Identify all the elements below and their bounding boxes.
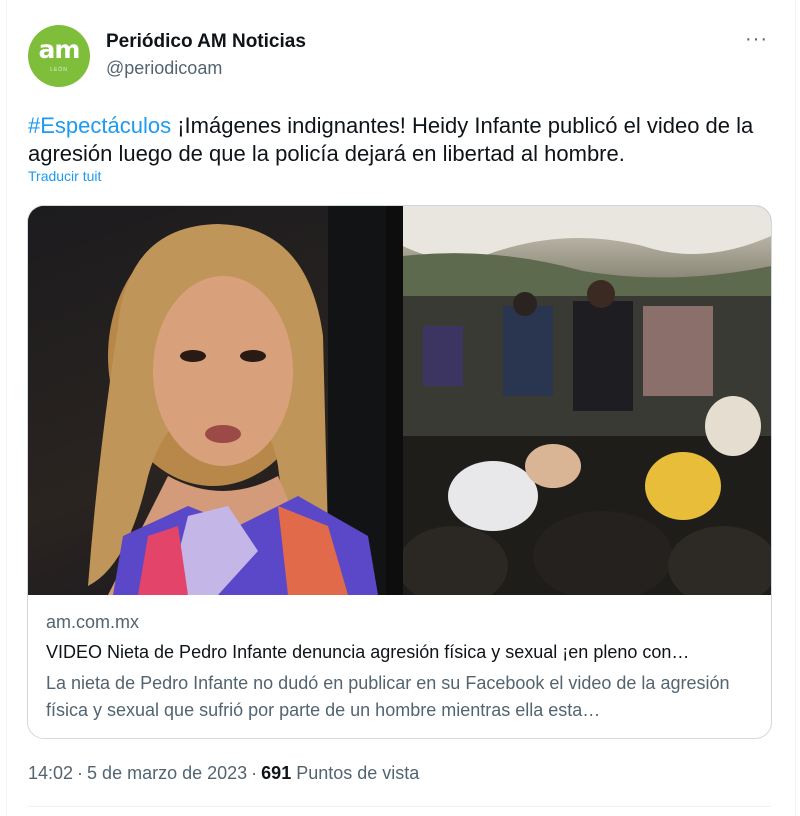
views-label: Puntos de vista [296,763,420,783]
card-title: VIDEO Nieta de Pedro Infante denuncia ag… [46,642,690,662]
author-handle[interactable]: @periodicoam [106,58,222,79]
hashtag-link[interactable]: #Espectáculos [28,113,171,138]
card-domain: am.com.mx [46,612,140,632]
card-media[interactable] [28,206,771,595]
meta-separator: · [251,763,258,783]
tweet-date[interactable]: 5 de marzo de 2023 [87,763,247,783]
more-options-icon[interactable]: ··· [745,28,768,51]
link-preview-card[interactable]: am.com.mx VIDEO Nieta de Pedro Infante d… [27,205,772,739]
meta-separator: · [77,763,84,783]
author-name[interactable]: Periódico AM Noticias [106,31,306,53]
card-image-right [403,206,771,595]
tweet-text: #Espectáculos ¡Imágenes indignantes! Hei… [28,112,773,168]
translate-tweet-link[interactable]: Traducir tuit [28,168,101,184]
avatar-logo-subtext: LEÓN [50,67,68,73]
tweet-meta: 14:02 · 5 de marzo de 2023 · 691 Puntos de v… [28,763,419,784]
tweet-time[interactable]: 14:02 [28,763,73,783]
divider [28,806,771,807]
views-count: 691 [261,763,292,783]
avatar-logo-text: am [38,35,81,64]
card-description: La nieta de Pedro Infante no dudó en pub… [46,673,730,720]
card-image-left [28,206,386,595]
avatar[interactable]: am LEÓN [28,25,90,87]
